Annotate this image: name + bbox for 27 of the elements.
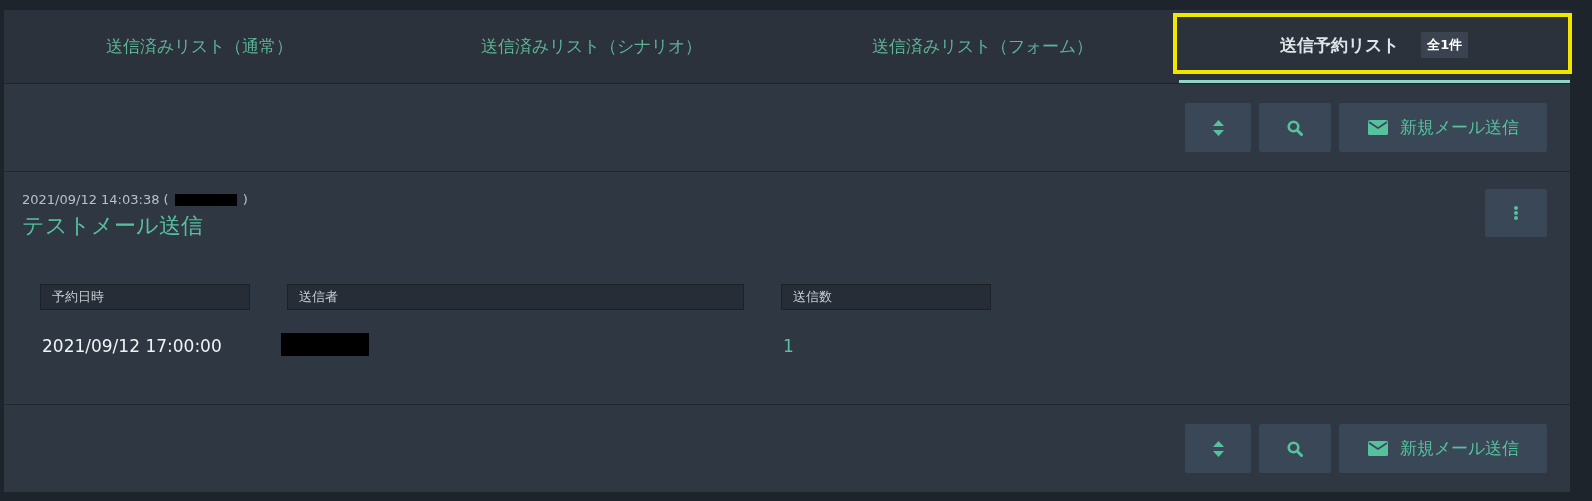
tab[interactable]: 送信済みリスト（通常） xyxy=(4,10,396,83)
tab[interactable]: 送信済みリスト（フォーム） xyxy=(787,10,1179,83)
tab[interactable]: 送信済みリスト（シナリオ） xyxy=(395,10,787,83)
created-time: 2021/09/12 14:03:38 ( xyxy=(22,192,169,207)
closing-paren: ) xyxy=(242,192,248,207)
send-count: 1 xyxy=(782,336,795,356)
sort-icon xyxy=(1212,440,1224,457)
kebab-icon xyxy=(1514,206,1518,220)
search-icon xyxy=(1287,440,1303,457)
redaction-block xyxy=(174,193,237,206)
count-badge: 全1件 xyxy=(1421,32,1469,58)
search-icon xyxy=(1287,119,1303,136)
column-header: 送信者 xyxy=(287,284,744,310)
column-header: 送信数 xyxy=(781,284,991,310)
envelope-icon xyxy=(1367,120,1388,135)
sort-button[interactable] xyxy=(1185,103,1251,152)
mail-title: テストメール送信 xyxy=(22,212,203,240)
envelope-icon xyxy=(1367,441,1388,456)
search-button[interactable] xyxy=(1259,103,1331,152)
new-mail-button[interactable]: 新規メール送信 xyxy=(1339,424,1547,473)
sort-button[interactable] xyxy=(1185,424,1251,473)
new-mail-button[interactable]: 新規メール送信 xyxy=(1339,103,1547,152)
column-header: 予約日時 xyxy=(40,284,250,310)
sort-icon xyxy=(1212,119,1224,136)
reserved-datetime: 2021/09/12 17:00:00 xyxy=(41,336,223,356)
search-button[interactable] xyxy=(1259,424,1331,473)
tab[interactable]: 送信予約リスト 全1件 xyxy=(1178,10,1570,83)
